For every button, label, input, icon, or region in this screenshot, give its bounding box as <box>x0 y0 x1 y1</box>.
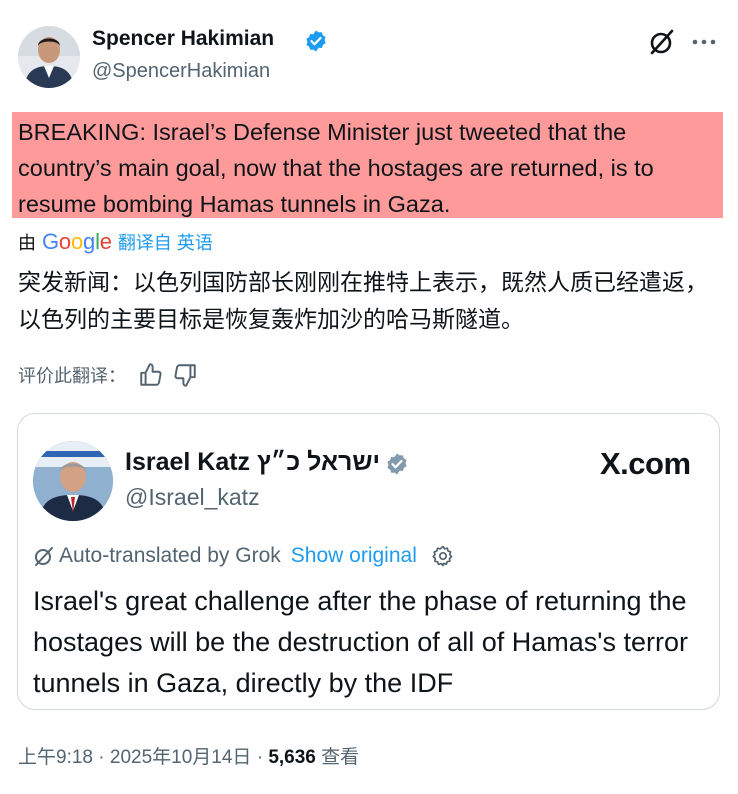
quoted-author-handle[interactable]: @Israel_katz <box>125 484 260 511</box>
rate-translation-label: 评价此翻译： <box>18 366 126 386</box>
tweet-page: Spencer Hakimian @SpencerHakimian BREAKI… <box>0 0 738 794</box>
tweet-text: BREAKING: Israel’s Defense Minister just… <box>12 112 723 218</box>
author-handle[interactable]: @SpencerHakimian <box>92 60 270 83</box>
author-avatar[interactable] <box>18 26 80 88</box>
more-icon[interactable] <box>690 30 718 54</box>
tweet-date[interactable]: 2025年10月14日 <box>110 747 252 768</box>
translated-from-link[interactable]: 翻译自 英语 <box>118 229 213 255</box>
author-name[interactable]: Spencer Hakimian <box>92 27 274 51</box>
verified-badge-icon <box>306 30 326 52</box>
grok-icon[interactable] <box>648 28 676 56</box>
auto-translated-label: Auto-translated by Grok <box>59 544 281 567</box>
grok-icon <box>35 547 53 566</box>
quoted-tweet-card[interactable]: Israel Katz ישראל כ״ץ @Israel_katz X.com… <box>17 413 720 710</box>
thumbs-down-icon[interactable] <box>172 362 198 388</box>
meta-separator: · <box>256 747 264 768</box>
translation-attribution: 由 Google 翻译自 英语 <box>18 229 213 255</box>
verified-badge-icon <box>387 453 407 475</box>
quoted-tweet-text: Israel's great challenge after the phase… <box>33 586 688 698</box>
show-original-link[interactable]: Show original <box>291 544 417 568</box>
view-count[interactable]: 5,636 <box>268 747 316 768</box>
rate-translation: 评价此翻译： <box>18 362 198 388</box>
source-logo: X.com <box>600 446 691 481</box>
auto-translation-row: Auto-translated by Grok Show original <box>33 544 455 568</box>
quoted-author-name[interactable]: Israel Katz ישראל כ״ץ <box>125 448 380 477</box>
quoted-author-avatar[interactable] <box>33 441 113 521</box>
tweet-meta: 上午9:18 · 2025年10月14日 · 5,636 查看 <box>18 742 359 769</box>
gear-icon[interactable] <box>431 544 455 568</box>
thumbs-up-icon[interactable] <box>138 362 164 388</box>
views-label: 查看 <box>321 747 360 768</box>
google-logo: Google <box>42 229 112 254</box>
tweet-time[interactable]: 上午9:18 <box>18 747 93 768</box>
meta-separator: · <box>98 747 105 768</box>
translated-by-prefix: 由 <box>18 233 36 253</box>
translation-text: 突发新闻：以色列国防部长刚刚在推特上表示，既然人质已经遣返，以色列的主要目标是恢… <box>18 269 708 332</box>
